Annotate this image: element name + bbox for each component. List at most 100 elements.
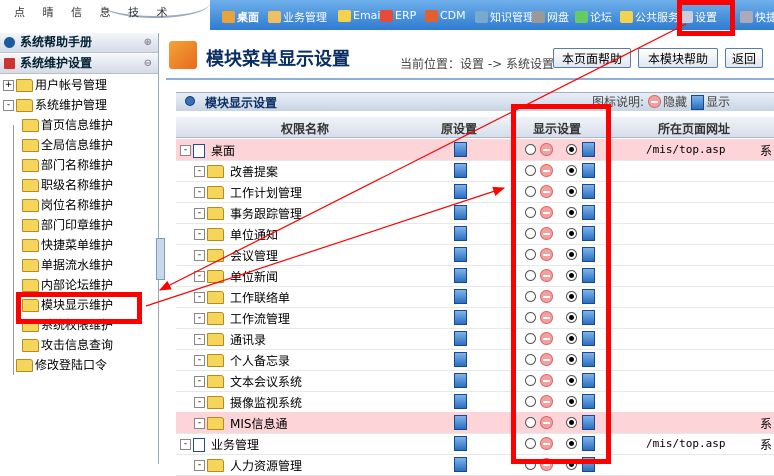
expand-icon[interactable]: - <box>194 208 205 219</box>
document-icon <box>193 437 205 452</box>
sidebar-section-help[interactable]: 系统帮助手册 ⊕ <box>0 33 158 53</box>
panel-bullet-icon <box>185 96 195 106</box>
table-row: - 人力资源管理 <box>176 454 774 476</box>
sidebar-item-label: 部门印章维护 <box>41 218 114 232</box>
row-label-group: - 桌面 <box>180 142 235 159</box>
collapse-icon[interactable]: ⊕ <box>144 33 152 52</box>
topnav-label: 公共服务 <box>635 11 679 24</box>
erp-icon <box>380 9 393 22</box>
annotation-box-settings <box>677 0 735 36</box>
topnav-flower[interactable]: 公共服务 <box>620 9 679 25</box>
expand-icon[interactable]: - <box>180 145 191 156</box>
title-divider <box>166 78 774 80</box>
module-help-button[interactable]: 本模块帮助 <box>638 48 718 68</box>
company-logo-text: 点 晴 信 息 技 术 <box>14 6 175 19</box>
row-label-group: - MIS信息通 <box>194 415 288 432</box>
expand-icon[interactable]: - <box>194 187 205 198</box>
expand-icon[interactable]: + <box>3 79 14 91</box>
topnav-shortcut[interactable]: 快捷 <box>740 9 774 25</box>
permission-name: MIS信息通 <box>230 417 288 431</box>
tools-icon <box>4 58 15 69</box>
sidebar-item[interactable]: 攻击信息查询 <box>22 335 113 355</box>
original-show-icon <box>454 268 467 283</box>
expand-icon[interactable]: - <box>194 229 205 240</box>
original-show-icon <box>454 331 467 346</box>
folder-icon <box>22 218 39 232</box>
column-original-setting: 原设置 <box>441 122 478 136</box>
topnav-mail[interactable]: Email <box>338 9 384 22</box>
row-label-group: - 单位新闻 <box>194 268 278 285</box>
desktop-icon <box>222 11 235 23</box>
sidebar-collapse-handle[interactable] <box>156 238 165 280</box>
topnav-cdm[interactable]: CDM <box>425 9 466 22</box>
sidebar-item-label: 部门名称维护 <box>41 158 114 172</box>
topnav-label: 网盘 <box>547 11 569 24</box>
sidebar-item[interactable]: - 系统维护管理 <box>3 95 107 115</box>
sidebar-item[interactable]: 职级名称维护 <box>22 175 113 195</box>
expand-icon[interactable]: - <box>194 334 205 345</box>
sidebar-section-system[interactable]: 系统维护设置 ⊖ <box>0 54 158 74</box>
topnav-disk[interactable]: 网盘 <box>532 9 569 25</box>
expand-icon[interactable]: - <box>194 397 205 408</box>
table-row: - 个人备忘录 <box>176 349 774 371</box>
expand-icon[interactable]: - <box>194 418 205 429</box>
folder-icon <box>22 278 39 292</box>
sidebar-item-label: 系统维护管理 <box>35 98 108 112</box>
page-title: 模块菜单显示设置 <box>206 49 350 70</box>
sidebar-item[interactable]: 全局信息维护 <box>22 135 113 155</box>
sidebar-item-label: 攻击信息查询 <box>41 338 114 352</box>
table-row: - 单位通知 <box>176 223 774 245</box>
permission-name: 业务管理 <box>211 438 260 452</box>
expand-icon[interactable]: - <box>194 376 205 387</box>
expand-icon[interactable]: - <box>194 166 205 177</box>
sidebar-item[interactable]: 部门名称维护 <box>22 155 113 175</box>
original-show-icon <box>454 436 467 451</box>
sidebar-item[interactable]: 快捷菜单维护 <box>22 235 113 255</box>
folder-icon <box>207 375 224 388</box>
topnav-label: Email <box>353 9 384 22</box>
sidebar-item-label: 首页信息维护 <box>41 118 114 132</box>
expand-icon[interactable]: - <box>194 355 205 366</box>
topnav-user[interactable]: 业务管理 <box>268 9 327 25</box>
sidebar-item[interactable]: 岗位名称维护 <box>22 195 113 215</box>
expand-icon[interactable]: - <box>194 250 205 261</box>
sidebar-item-label: 岗位名称维护 <box>41 198 114 212</box>
sidebar-item[interactable]: 单据流水维护 <box>22 255 113 275</box>
folder-icon <box>207 312 224 325</box>
permission-name: 工作联络单 <box>230 291 291 305</box>
sidebar-item[interactable]: 首页信息维护 <box>22 115 113 135</box>
knowledge-icon <box>475 11 488 23</box>
expand-icon[interactable]: - <box>194 292 205 303</box>
expand-icon[interactable]: - <box>194 313 205 324</box>
panel-title: 模块显示设置 <box>205 96 278 110</box>
row-extra-text: 系 <box>760 438 773 452</box>
topnav-desktop[interactable]: 桌面 <box>222 9 259 25</box>
flower-icon <box>620 11 633 23</box>
collapse-icon[interactable]: ⊖ <box>144 54 152 73</box>
sidebar-item[interactable]: 修改登陆口令 <box>3 355 107 375</box>
permission-name: 文本会议系统 <box>230 375 303 389</box>
folder-icon <box>207 186 224 199</box>
expand-icon[interactable]: - <box>180 439 191 450</box>
back-button[interactable]: 返回 <box>725 48 763 68</box>
folder-icon <box>207 291 224 304</box>
cdm-icon <box>425 9 438 22</box>
row-label-group: - 通讯录 <box>194 331 266 348</box>
page-help-button[interactable]: 本页面帮助 <box>553 48 631 68</box>
original-show-icon <box>454 289 467 304</box>
sidebar-item[interactable]: + 用户帐号管理 <box>3 75 107 95</box>
folder-icon <box>207 417 224 430</box>
expand-icon[interactable]: - <box>194 271 205 282</box>
row-label-group: - 单位通知 <box>194 226 278 243</box>
sidebar-item[interactable]: 部门印章维护 <box>22 215 113 235</box>
user-icon <box>268 11 281 23</box>
original-show-icon <box>454 226 467 241</box>
topnav-knowledge[interactable]: 知识管理 <box>475 9 534 25</box>
original-show-icon <box>454 352 467 367</box>
collapse-icon[interactable]: - <box>3 99 14 111</box>
topnav-forum[interactable]: 论坛 <box>575 9 612 25</box>
sidebar-item-label: 快捷菜单维护 <box>41 238 114 252</box>
topnav-erp[interactable]: ERP <box>380 9 416 22</box>
expand-icon[interactable]: - <box>194 460 205 471</box>
legend-show-text: 显示 <box>706 95 731 109</box>
